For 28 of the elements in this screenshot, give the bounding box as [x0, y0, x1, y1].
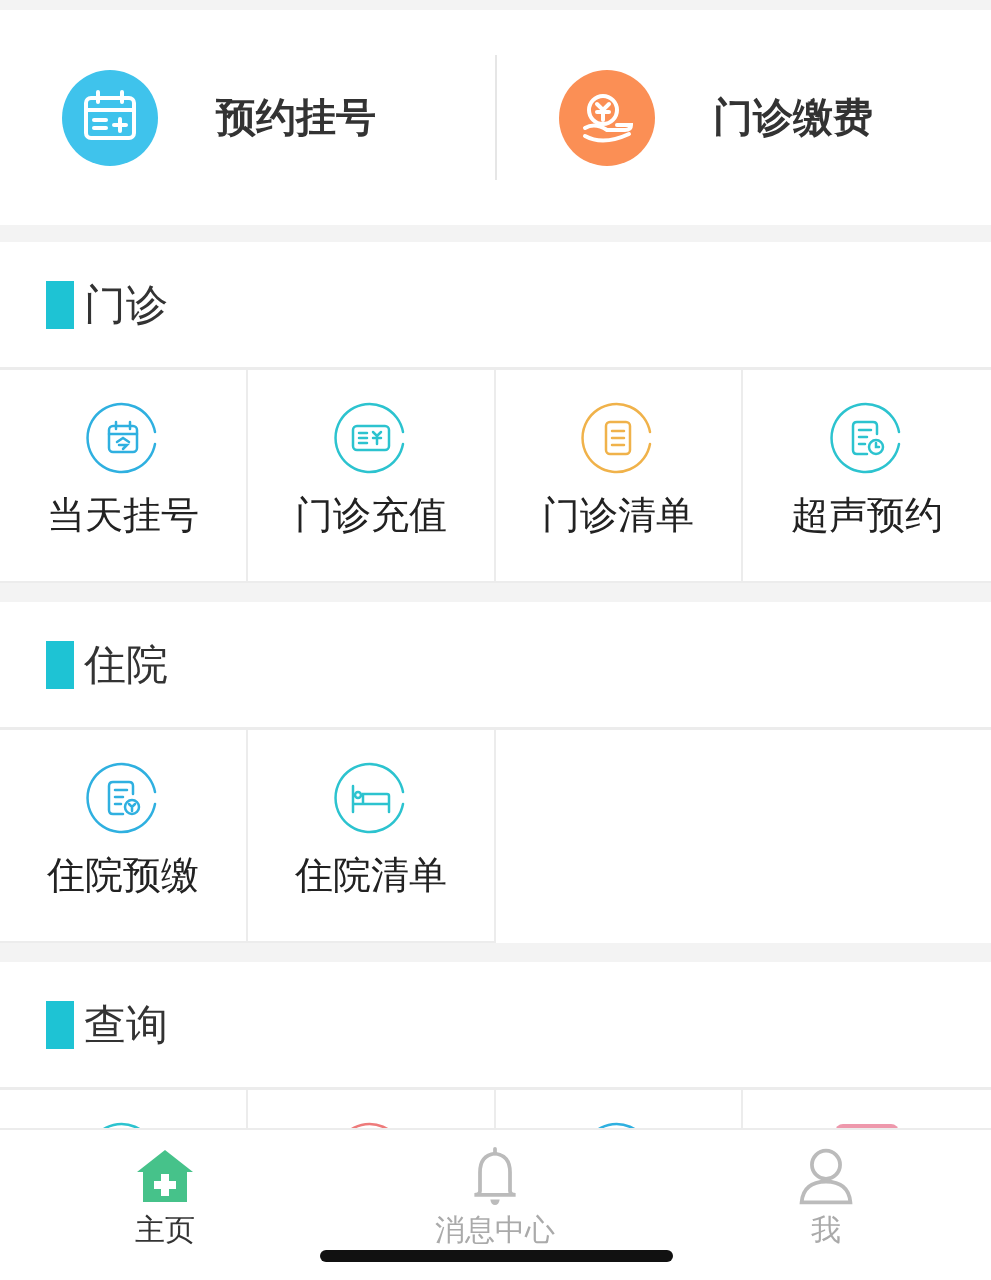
- menu-tile[interactable]: 住院预缴: [0, 730, 248, 943]
- menu-label: 超声预约: [791, 492, 944, 539]
- section-title: 住院: [84, 638, 168, 691]
- menu-tile[interactable]: 当天挂号: [0, 370, 248, 583]
- tab-label: 主页: [135, 1211, 196, 1249]
- section-marker: [46, 1000, 74, 1049]
- tab-label: 消息中心: [435, 1211, 556, 1249]
- menu-label: 当天挂号: [46, 492, 199, 539]
- shortcut-label: 门诊缴费: [712, 93, 873, 142]
- section-title: 门诊: [84, 278, 168, 331]
- menu-label: 住院预缴: [46, 852, 199, 899]
- menu-tile[interactable]: 住院清单: [247, 730, 496, 943]
- menu-tile[interactable]: 门诊充值: [247, 370, 496, 583]
- shortcut-label: 预约挂号: [216, 93, 376, 142]
- calendar-plus-icon: [62, 69, 158, 166]
- menu-tile[interactable]: 门诊清单: [495, 370, 744, 583]
- tab-label: 我: [810, 1211, 841, 1249]
- tab-item[interactable]: 主页: [0, 1130, 331, 1280]
- shortcut-tile[interactable]: 预约挂号: [0, 55, 497, 180]
- section-marker: [46, 280, 74, 329]
- menu-label: 门诊充值: [294, 492, 447, 539]
- menu-label: 住院清单: [294, 852, 447, 899]
- menu-label: 门诊清单: [542, 492, 695, 539]
- menu-tile[interactable]: 超声预约: [743, 370, 991, 583]
- shortcut-tile[interactable]: 门诊缴费: [496, 55, 991, 180]
- coin-hand-icon: [558, 69, 655, 166]
- section-marker: [46, 640, 74, 689]
- section-title: 查询: [84, 998, 168, 1051]
